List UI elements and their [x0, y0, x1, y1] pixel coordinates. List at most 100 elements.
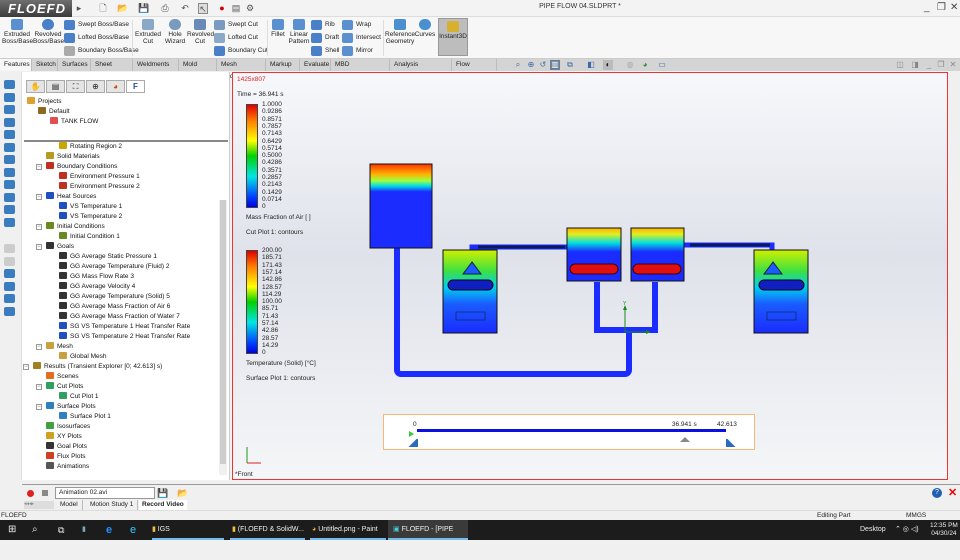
feature-manager-tab[interactable]: ✋ — [26, 80, 45, 93]
restore-button[interactable]: ❐ — [937, 2, 946, 13]
timeline-track[interactable] — [417, 429, 726, 432]
ie-icon[interactable]: e — [130, 520, 136, 540]
fillet-button[interactable]: Fillet — [268, 17, 288, 38]
toggle-compdomain-icon[interactable] — [4, 130, 15, 139]
calculation-control-icon[interactable] — [4, 117, 15, 127]
run-icon[interactable] — [4, 217, 15, 227]
swept-cut-button[interactable]: Swept Cut — [214, 19, 258, 31]
tree-item[interactable]: Cut Plots — [46, 382, 83, 392]
options-icon[interactable]: ⚙ — [245, 3, 255, 14]
linear-pattern-button[interactable]: Linear Pattern — [288, 17, 310, 45]
doc-close-button[interactable]: ✕ — [948, 60, 958, 70]
fan-icon[interactable] — [4, 167, 15, 177]
taskbar-item-paint[interactable]: ◕ Untitled.png - Paint — [312, 520, 378, 540]
sync-icon[interactable] — [4, 256, 15, 266]
mesh-icon[interactable] — [4, 205, 15, 214]
save-as-icon[interactable]: 💾 — [157, 488, 168, 499]
tree-item[interactable]: Environment Pressure 1 — [59, 172, 140, 182]
revolved-boss-button[interactable]: Revolved Boss/Base — [33, 17, 64, 45]
tree-item[interactable]: Goals — [46, 242, 74, 252]
swept-boss-button[interactable]: Swept Boss/Base — [64, 19, 129, 31]
taskbar-item-floefd[interactable]: ▣ FLOEFD - [PIPE FLO... — [388, 520, 468, 553]
reference-geometry-button[interactable]: Reference Geometry — [385, 17, 415, 45]
projects-root[interactable]: Projects — [27, 97, 61, 107]
view-icon[interactable] — [4, 281, 15, 291]
expand-toggle[interactable]: − — [36, 384, 42, 390]
intersect-button[interactable]: Intersect — [342, 32, 381, 44]
lofted-boss-button[interactable]: Lofted Boss/Base — [64, 32, 129, 44]
heat-source-icon[interactable] — [4, 180, 15, 189]
help-icon[interactable]: ? — [932, 488, 942, 498]
new-file-icon[interactable]: 🗋 — [98, 3, 108, 14]
shell-button[interactable]: Shell — [311, 45, 339, 57]
taskbar-item-igs[interactable]: ▮ IGS — [152, 520, 170, 540]
close-button[interactable]: ✕ — [950, 2, 958, 13]
configuration-manager-tab[interactable]: ⛶ — [66, 80, 85, 93]
app-logo[interactable]: FLOEFD — [0, 0, 72, 17]
tree-item[interactable]: Cut Plot 1 — [59, 392, 99, 402]
desktop-toolbar[interactable]: Desktop — [860, 520, 886, 540]
load-results-icon[interactable] — [4, 306, 15, 316]
notepad-icon[interactable]: ▮ — [82, 520, 86, 540]
edit-appearance-icon[interactable]: ◍ — [625, 60, 635, 70]
tree-item[interactable]: SG VS Temperature 1 Heat Transfer Rate — [59, 322, 190, 332]
extruded-cut-button[interactable]: Extruded Cut — [135, 17, 161, 45]
dimxpert-tab[interactable]: ⊕ — [86, 80, 105, 93]
tree-item[interactable]: GG Average Velocity 4 — [59, 282, 135, 292]
draft-button[interactable]: Draft — [311, 32, 339, 44]
tree-item[interactable]: Heat Sources — [46, 192, 96, 202]
tab-weldments[interactable]: Weldments — [133, 59, 179, 71]
search-icon[interactable]: ⌕ — [32, 520, 38, 540]
tab-flow-analysis[interactable]: Flow Analysis — [452, 59, 497, 80]
tree-item[interactable]: GG Average Temperature (Fluid) 2 — [59, 262, 169, 272]
tree-item[interactable]: GG Average Mass Fraction of Air 6 — [59, 302, 170, 312]
tree-item[interactable]: GG Average Mass Fraction of Water 7 — [59, 312, 180, 322]
doc-restore-button[interactable]: ❐ — [936, 60, 946, 70]
tree-item[interactable]: Flux Plots — [46, 452, 86, 462]
print-icon[interactable]: ⎙ — [160, 3, 170, 14]
tray-icons[interactable]: ⌃ ◎ ◁) — [895, 520, 919, 540]
flow-analysis-tab[interactable]: F — [126, 80, 145, 93]
units-selector[interactable]: MMGS — [906, 512, 926, 519]
display-manager-tab[interactable]: ◕ — [106, 80, 125, 93]
tree-item[interactable]: Surface Plots — [46, 402, 96, 412]
animation-file-input[interactable]: Animation 02.avi — [55, 487, 155, 499]
tree-item[interactable]: GG Mass Flow Rate 3 — [59, 272, 134, 282]
instant3d-button[interactable]: Instant3D — [438, 18, 468, 56]
tree-item[interactable]: Scenes — [46, 372, 79, 382]
expand-toggle[interactable]: − — [36, 344, 42, 350]
open-folder-icon[interactable]: 📂 — [177, 488, 188, 499]
tile-left-icon[interactable]: ◫ — [895, 60, 905, 70]
expand-toggle[interactable]: − — [36, 224, 42, 230]
hide-show-icon[interactable]: ◐ — [603, 60, 613, 70]
boundary-cut-button[interactable]: Boundary Cut — [214, 45, 268, 57]
tree-item[interactable]: Rotating Region 2 — [59, 142, 122, 152]
curves-button[interactable]: Curves — [414, 17, 436, 38]
tab-markup[interactable]: Markup — [266, 59, 300, 71]
select-icon[interactable]: ↖ — [198, 3, 208, 14]
clock[interactable]: 12:35 PM 04/30/24 — [930, 522, 958, 538]
fluid-subdomain-icon[interactable] — [4, 142, 15, 152]
revolved-cut-button[interactable]: Revolved Cut — [187, 17, 214, 45]
tab-surfaces[interactable]: Surfaces — [58, 59, 91, 71]
zoom-area-icon[interactable]: ⊕ — [526, 60, 536, 70]
tree-item[interactable]: Boundary Conditions — [46, 162, 117, 172]
rebuild-icon[interactable]: ● — [217, 3, 227, 14]
property-manager-tab[interactable]: ▤ — [46, 80, 65, 93]
wrap-button[interactable]: Wrap — [342, 19, 371, 31]
project-tank-flow[interactable]: TANK FLOW — [50, 117, 98, 127]
tree-item[interactable]: Mesh — [46, 342, 73, 352]
tab-motion-study[interactable]: Motion Study 1 — [90, 500, 139, 510]
file-properties-icon[interactable]: ▤ — [231, 3, 241, 14]
tree-item[interactable]: GG Average Static Pressure 1 — [59, 252, 157, 262]
tree-item[interactable]: Surface Plot 1 — [59, 412, 111, 422]
expand-toggle[interactable]: − — [36, 404, 42, 410]
close-panel-icon[interactable]: ✕ — [948, 486, 957, 499]
tree-item[interactable]: Animations — [46, 462, 89, 472]
doc-minimize-button[interactable]: _ — [924, 60, 934, 70]
play-icon[interactable] — [409, 431, 414, 437]
tab-mesh-modeling[interactable]: Mesh Modeling — [217, 59, 266, 80]
tab-analysis-preparation[interactable]: Analysis Preparation — [390, 59, 452, 80]
tab-evaluate[interactable]: Evaluate — [300, 59, 331, 71]
expand-toggle[interactable]: − — [23, 364, 29, 370]
